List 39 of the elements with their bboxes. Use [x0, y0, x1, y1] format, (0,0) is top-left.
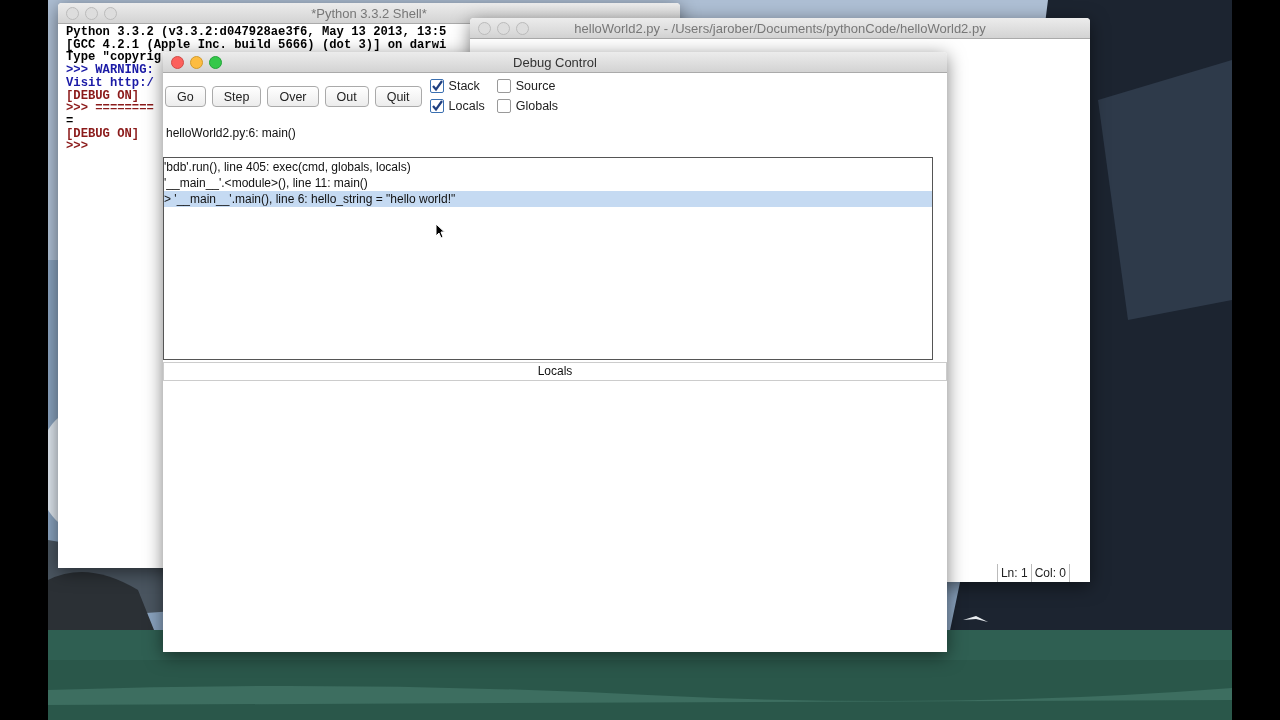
shell-line: [DEBUG ON]	[66, 127, 140, 141]
shell-line: [DEBUG ON]	[66, 89, 140, 103]
checkmark-icon	[430, 80, 443, 92]
shell-line: Python 3.3.2 (v3.3.2:d047928ae3f6, May 13 2013, 13:5	[66, 26, 447, 39]
status-text: helloWorld2.py:6: main()	[165, 125, 297, 142]
checkbox[interactable]	[496, 99, 511, 113]
option-checkbox[interactable]: Source	[496, 79, 559, 93]
option-checkbox[interactable]: Globals	[496, 99, 559, 113]
debug-button[interactable]: Over	[267, 86, 319, 107]
debug-button[interactable]: Go	[165, 86, 206, 107]
status-cell: Col: 0	[1030, 564, 1069, 582]
stack-row[interactable]: '__main__'.<module>(), line 11: main()	[164, 175, 932, 191]
checkbox[interactable]	[496, 79, 511, 93]
debug-button[interactable]: Step	[211, 86, 262, 107]
shell-line: Visit http:/	[66, 76, 154, 90]
shell-line: =	[66, 114, 74, 128]
window-title: Debug Control	[513, 54, 597, 70]
locals-header: Locals	[163, 362, 947, 381]
stack-row[interactable]: > '__main__'.main(), line 6: hello_string = "hello world!"	[164, 191, 932, 207]
checkbox[interactable]	[429, 79, 444, 93]
window-controls-icon[interactable]	[171, 56, 222, 69]
window-controls-icon[interactable]	[66, 7, 117, 20]
window-title: helloWorld2.py - /Users/jarober/Documents/pythonCode/helloWorld2.py	[574, 20, 986, 36]
status-cell: Ln: 1	[996, 564, 1031, 582]
shell-line: [GCC 4.2.1 (Apple Inc. build 5666) (dot 3)] on darwi	[66, 38, 447, 52]
shell-line: >>>	[66, 140, 88, 154]
stack-row[interactable]: 'bdb'.run(), line 405: exec(cmd, globals, locals)	[164, 159, 932, 175]
cursor-icon	[435, 223, 445, 239]
checkmark-icon	[430, 100, 443, 112]
window-title: *Python 3.3.2 Shell*	[311, 5, 427, 21]
debug-button[interactable]: Out	[324, 86, 369, 107]
option-checkbox[interactable]: Locals	[429, 99, 485, 113]
shell-line: Type "copyrig	[66, 51, 162, 65]
checkbox[interactable]	[429, 99, 444, 113]
window-controls-icon[interactable]	[478, 22, 529, 35]
shell-line: >>> ========	[66, 102, 154, 115]
shell-line: >>> WARNING:	[66, 64, 154, 77]
option-checkbox[interactable]: Stack	[429, 79, 485, 93]
debug-button[interactable]: Quit	[374, 86, 422, 107]
